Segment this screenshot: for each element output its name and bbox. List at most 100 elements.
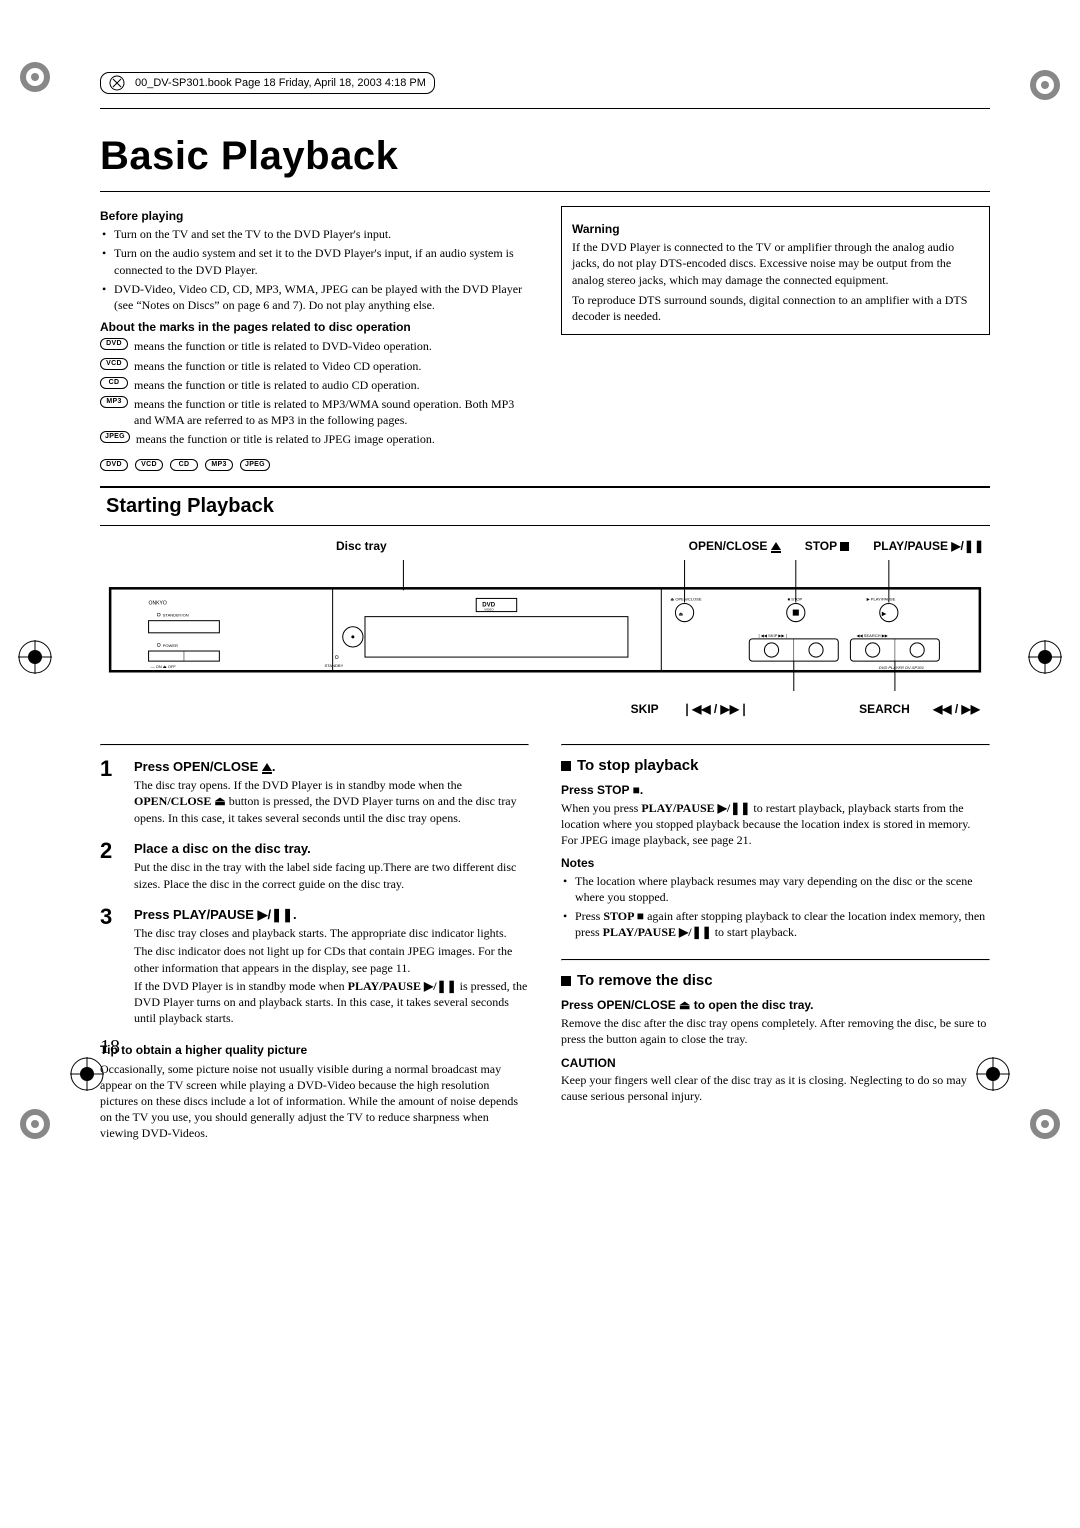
svg-text:— ON ⏏ OFF: — ON ⏏ OFF bbox=[151, 664, 177, 669]
badge-row: DVD VCD CD MP3 JPEG bbox=[100, 455, 529, 471]
mark-text: means the function or title is related t… bbox=[134, 358, 529, 374]
svg-text:■ STOP: ■ STOP bbox=[788, 596, 803, 601]
svg-text:◀◀ SEARCH ▶▶: ◀◀ SEARCH ▶▶ bbox=[856, 633, 888, 638]
print-mark-icon bbox=[1028, 640, 1062, 674]
svg-text:⏏: ⏏ bbox=[678, 611, 683, 617]
step-2: 2 Place a disc on the disc tray. Put the… bbox=[100, 840, 529, 894]
step-para: Put the disc in the tray with the label … bbox=[134, 859, 529, 891]
step-number: 1 bbox=[100, 758, 122, 828]
warning-box: Warning If the DVD Player is connected t… bbox=[561, 206, 990, 335]
warning-para: To reproduce DTS surround sounds, digita… bbox=[572, 292, 979, 324]
search-icon: ◀◀ / ▶▶ bbox=[933, 702, 980, 716]
mark-line: CD means the function or title is relate… bbox=[100, 377, 529, 393]
play-pause-icon: ▶/❚❚ bbox=[951, 539, 984, 553]
play-pause-icon: ▶/❚❚ bbox=[258, 907, 293, 922]
rule bbox=[100, 108, 990, 109]
print-mark-icon bbox=[18, 60, 52, 94]
mark-text: means the function or title is related t… bbox=[134, 377, 529, 393]
intro-right: Warning If the DVD Player is connected t… bbox=[561, 202, 990, 472]
before-playing-list: Turn on the TV and set the TV to the DVD… bbox=[100, 226, 529, 313]
jpeg-badge-icon: JPEG bbox=[240, 459, 270, 471]
svg-text:❘◀◀ SKIP ▶▶❘: ❘◀◀ SKIP ▶▶❘ bbox=[757, 633, 788, 638]
skip-label: SKIP ❘◀◀ / ▶▶❘ bbox=[631, 701, 749, 717]
stop-para: For JPEG image playback, see page 21. bbox=[561, 832, 990, 848]
warning-para: If the DVD Player is connected to the TV… bbox=[572, 239, 979, 288]
instruction-columns: 1 Press OPEN/CLOSE . The disc tray opens… bbox=[100, 738, 990, 1142]
rule bbox=[100, 744, 529, 746]
vcd-badge-icon: VCD bbox=[135, 459, 163, 471]
mark-text: means the function or title is related t… bbox=[136, 431, 529, 447]
print-mark-icon bbox=[1028, 1107, 1062, 1141]
step-number: 2 bbox=[100, 840, 122, 894]
step-title: Press OPEN/CLOSE . bbox=[134, 758, 529, 776]
svg-text:DVD PLAYER DV-SP301: DVD PLAYER DV-SP301 bbox=[879, 665, 924, 670]
remove-disc-para: Remove the disc after the disc tray open… bbox=[561, 1015, 990, 1047]
step-title: Place a disc on the disc tray. bbox=[134, 840, 529, 858]
list-item: Turn on the TV and set the TV to the DVD… bbox=[114, 226, 529, 242]
stop-icon bbox=[840, 542, 849, 551]
panel-brand: ONKYO bbox=[149, 600, 167, 606]
cd-badge-icon: CD bbox=[100, 377, 128, 389]
step-number: 3 bbox=[100, 906, 122, 1029]
svg-text:STANDBY/ON: STANDBY/ON bbox=[163, 612, 189, 617]
print-mark-icon bbox=[18, 640, 52, 674]
doc-header-text: 00_DV-SP301.book Page 18 Friday, April 1… bbox=[135, 76, 426, 91]
rule bbox=[561, 744, 990, 746]
print-mark-icon bbox=[18, 1107, 52, 1141]
list-item: The location where playback resumes may … bbox=[575, 873, 990, 905]
stop-playback-heading: To stop playback bbox=[561, 756, 990, 776]
caution-text: Keep your fingers well clear of the disc… bbox=[561, 1072, 990, 1104]
print-mark-icon bbox=[1028, 68, 1062, 102]
remove-disc-heading: To remove the disc bbox=[561, 971, 990, 991]
dvd-badge-icon: DVD bbox=[100, 338, 128, 350]
mark-text: means the function or title is related t… bbox=[134, 396, 529, 428]
page-number: 18 bbox=[100, 1034, 120, 1061]
intro-left: Before playing Turn on the TV and set th… bbox=[100, 202, 529, 472]
stop-label: STOP bbox=[805, 538, 850, 554]
press-stop: Press STOP ■. bbox=[561, 782, 990, 798]
svg-text:⏏ OPEN/CLOSE: ⏏ OPEN/CLOSE bbox=[670, 596, 701, 601]
warning-heading: Warning bbox=[572, 221, 979, 237]
doc-header-icon bbox=[109, 75, 125, 91]
device-top-labels: Disc tray OPEN/CLOSE STOP PLAY/PAUSE ▶/❚… bbox=[100, 538, 990, 560]
eject-icon bbox=[771, 542, 781, 550]
caution-heading: CAUTION bbox=[561, 1055, 990, 1071]
jpeg-badge-icon: JPEG bbox=[100, 431, 130, 443]
list-item: Press STOP ■ again after stopping playba… bbox=[575, 908, 990, 940]
step-para: The disc tray opens. If the DVD Player i… bbox=[134, 777, 529, 826]
dvd-badge-icon: DVD bbox=[100, 459, 128, 471]
rule bbox=[100, 191, 990, 192]
steps-column: 1 Press OPEN/CLOSE . The disc tray opens… bbox=[100, 738, 529, 1142]
device-diagram: ONKYO STANDBY/ON POWER — ON ⏏ OFF STANDB… bbox=[100, 560, 990, 696]
cd-badge-icon: CD bbox=[170, 459, 198, 471]
mark-text: means the function or title is related t… bbox=[134, 338, 529, 354]
disc-tray-label: Disc tray bbox=[336, 538, 387, 554]
intro-columns: Before playing Turn on the TV and set th… bbox=[100, 202, 990, 472]
svg-text:POWER: POWER bbox=[163, 643, 178, 648]
step-para: The disc tray closes and playback starts… bbox=[134, 925, 529, 941]
press-open-close: Press OPEN/CLOSE ⏏ to open the disc tray… bbox=[561, 997, 990, 1013]
before-playing-heading: Before playing bbox=[100, 208, 529, 224]
list-item: Turn on the audio system and set it to t… bbox=[114, 245, 529, 277]
vcd-badge-icon: VCD bbox=[100, 358, 128, 370]
list-item: DVD-Video, Video CD, CD, MP3, WMA, JPEG … bbox=[114, 281, 529, 313]
doc-header: 00_DV-SP301.book Page 18 Friday, April 1… bbox=[100, 72, 435, 94]
section-head: Starting Playback bbox=[100, 486, 990, 526]
right-column: To stop playback Press STOP ■. When you … bbox=[561, 738, 990, 1142]
eject-icon bbox=[262, 763, 272, 771]
square-bullet-icon bbox=[561, 761, 571, 771]
notes-list: The location where playback resumes may … bbox=[561, 873, 990, 941]
square-bullet-icon bbox=[561, 976, 571, 986]
svg-text:▶ PLAY/PAUSE: ▶ PLAY/PAUSE bbox=[867, 596, 896, 601]
search-label: SEARCH ◀◀ / ▶▶ bbox=[859, 701, 980, 717]
step-para: If the DVD Player is in standby mode whe… bbox=[134, 978, 529, 1027]
page-title: Basic Playback bbox=[100, 129, 990, 183]
step-para: The disc indicator does not light up for… bbox=[134, 943, 529, 975]
section-heading: Starting Playback bbox=[106, 493, 984, 520]
step-1: 1 Press OPEN/CLOSE . The disc tray opens… bbox=[100, 758, 529, 828]
mark-line: VCD means the function or title is relat… bbox=[100, 358, 529, 374]
svg-text:STANDBY: STANDBY bbox=[325, 663, 344, 668]
open-close-label: OPEN/CLOSE bbox=[689, 538, 781, 554]
svg-text:VIDEO: VIDEO bbox=[484, 607, 494, 611]
stop-para: When you press PLAY/PAUSE ▶/❚❚ to restar… bbox=[561, 800, 990, 832]
